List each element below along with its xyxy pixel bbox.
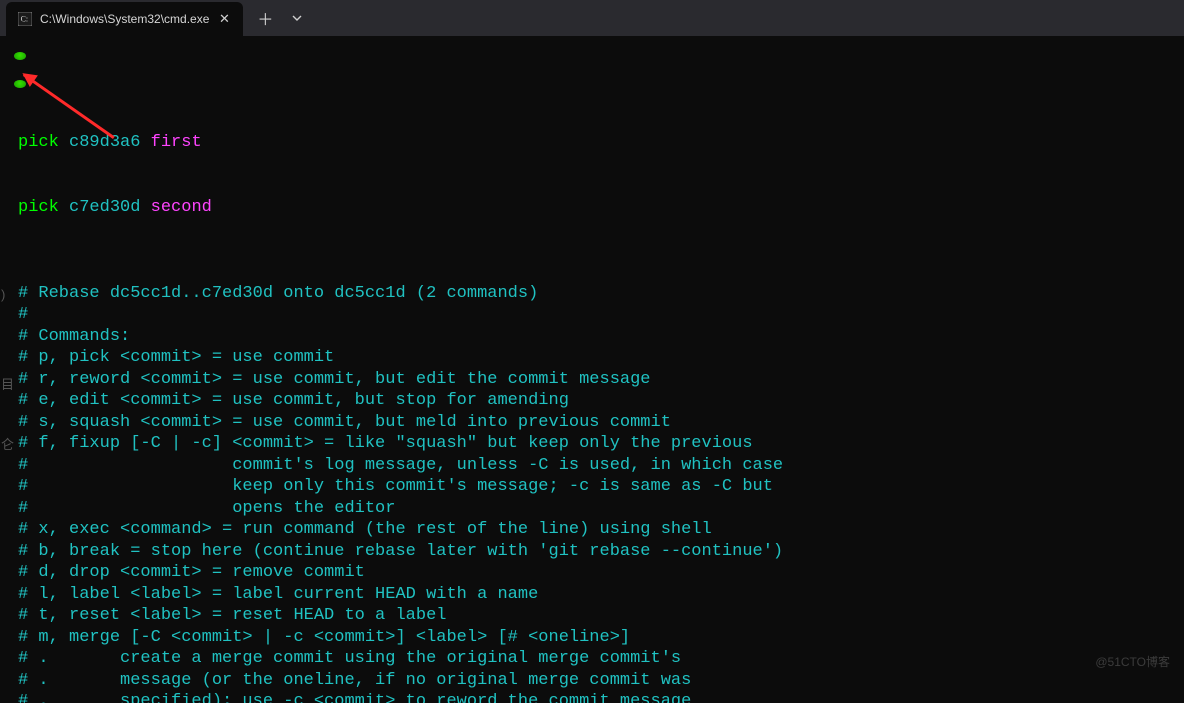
close-icon[interactable]: ✕ [217,12,231,26]
rebase-comment-block: # Rebase dc5cc1d..c7ed30d onto dc5cc1d (… [18,261,1176,703]
watermark-text: @51CTO博客 [1095,652,1170,674]
new-tab-icon[interactable]: ＋ [257,6,273,30]
terminal-window: C: C:\Windows\System32\cmd.exe ✕ ＋ pick … [0,0,1184,703]
titlebar-actions: ＋ [243,6,303,30]
comment-line: # Commands: [18,326,1176,348]
comment-line: # m, merge [-C <commit> | -c <commit>] <… [18,627,1176,649]
terminal-viewport[interactable]: pick c89d3a6 first pick c7ed30d second #… [0,36,1184,703]
comment-line: # b, break = stop here (continue rebase … [18,541,1176,563]
comment-line: # [18,304,1176,326]
comment-line: # commit's log message, unless -C is use… [18,455,1176,477]
tab-title: C:\Windows\System32\cmd.exe [40,12,209,26]
title-bar: C: C:\Windows\System32\cmd.exe ✕ ＋ [0,0,1184,36]
rebase-pick-line: pick c7ed30d second [18,197,1176,219]
svg-text:C:: C: [21,15,28,24]
comment-line: # f, fixup [-C | -c] <commit> = like "sq… [18,433,1176,455]
terminal-tab[interactable]: C: C:\Windows\System32\cmd.exe ✕ [6,2,243,36]
comment-line: # e, edit <commit> = use commit, but sto… [18,390,1176,412]
comment-line: # r, reword <commit> = use commit, but e… [18,369,1176,391]
comment-line: # . create a merge commit using the orig… [18,648,1176,670]
comment-line: # d, drop <commit> = remove commit [18,562,1176,584]
comment-line: # . specified); use -c <commit> to rewor… [18,691,1176,703]
comment-line: # p, pick <commit> = use commit [18,347,1176,369]
cmd-icon: C: [18,12,32,26]
comment-line: # s, squash <commit> = use commit, but m… [18,412,1176,434]
comment-line: # . message (or the oneline, if no origi… [18,670,1176,692]
comment-line: # l, label <label> = label current HEAD … [18,584,1176,606]
dropdown-icon[interactable] [291,12,303,24]
partial-hidden-window: )目仑 [1,280,14,460]
comment-line: # Rebase dc5cc1d..c7ed30d onto dc5cc1d (… [18,283,1176,305]
rebase-pick-line: pick c89d3a6 first [18,132,1176,154]
comment-line: # t, reset <label> = reset HEAD to a lab… [18,605,1176,627]
annotation-marker-icon [14,52,26,60]
comment-line: # x, exec <command> = run command (the r… [18,519,1176,541]
comment-line: # keep only this commit's message; -c is… [18,476,1176,498]
editor-content: pick c89d3a6 first pick c7ed30d second #… [18,89,1176,703]
comment-line [18,261,1176,283]
comment-line: # opens the editor [18,498,1176,520]
